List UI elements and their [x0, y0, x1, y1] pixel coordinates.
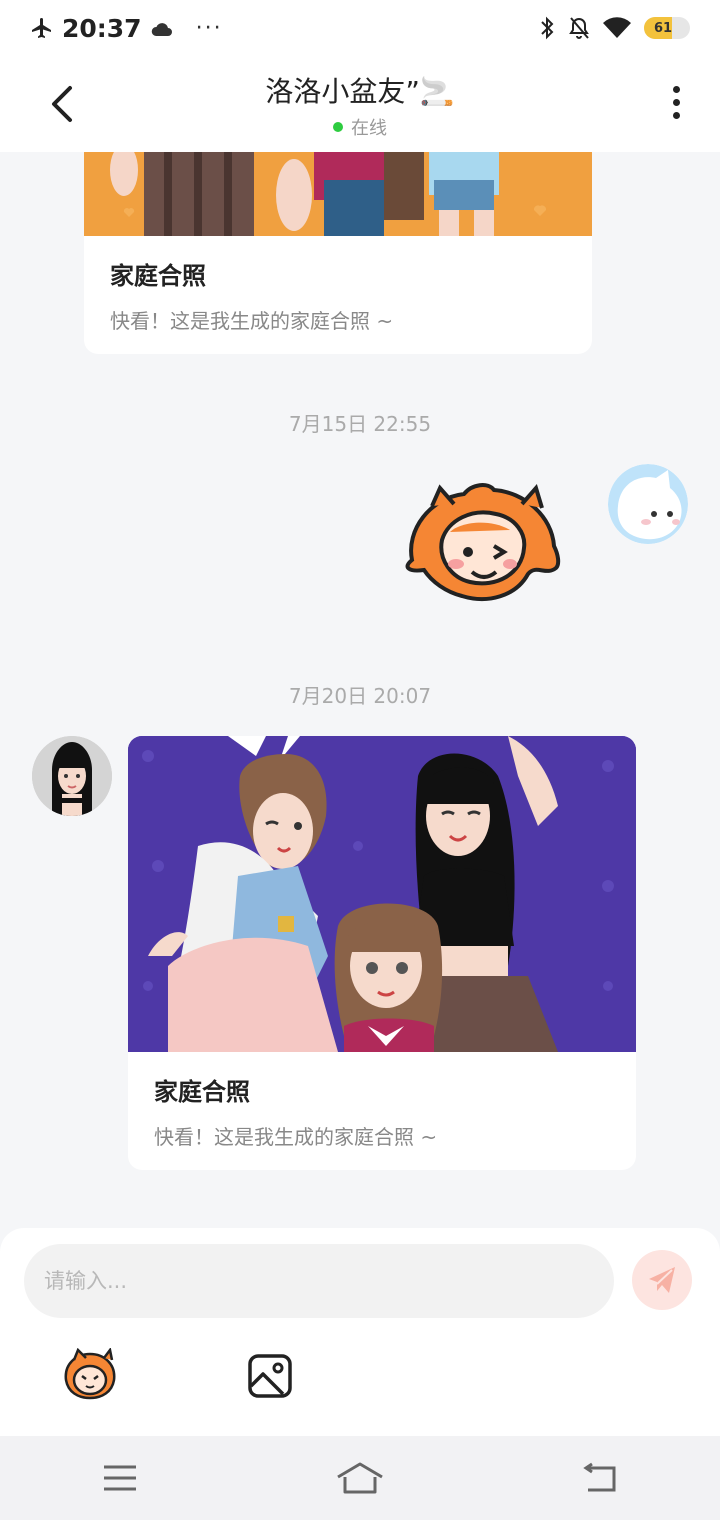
back-icon — [583, 1462, 616, 1492]
message-composer — [0, 1228, 720, 1436]
presence-label: 在线 — [351, 118, 387, 139]
sticker-message[interactable] — [398, 482, 570, 608]
chat-message-list[interactable]: 家庭合照 快看！这是我生成的家庭合照 ~ 7月15日 22:55 7月20日 2… — [0, 152, 720, 1228]
wifi-icon — [603, 17, 631, 38]
image-button[interactable] — [240, 1346, 300, 1406]
contact-name: 洛洛小盆友”🚬 — [265, 75, 455, 108]
battery-level: 61 — [654, 20, 673, 36]
battery-indicator: 61 — [644, 17, 690, 39]
nav-back-button[interactable] — [570, 1453, 630, 1503]
status-time: 20:37 — [62, 13, 142, 43]
family-photo-illustration — [128, 736, 636, 1052]
contact-avatar[interactable] — [32, 736, 112, 816]
more-dot-icon — [672, 86, 680, 93]
message-input[interactable] — [24, 1244, 614, 1318]
chat-header: 洛洛小盆友”🚬 在线 — [0, 56, 720, 152]
card-description: 快看！这是我生成的家庭合照 ~ — [110, 309, 394, 333]
nav-home-button[interactable] — [330, 1453, 390, 1503]
chat-title-area: 洛洛小盆友”🚬 在线 — [0, 70, 720, 140]
weather-cloud-icon — [151, 23, 172, 36]
menu-icon — [104, 1465, 136, 1491]
card-title: 家庭合照 — [154, 1078, 250, 1106]
family-photo-illustration — [84, 152, 592, 236]
more-dot-icon — [672, 99, 680, 106]
bluetooth-icon — [541, 16, 554, 40]
notifications-off-icon — [569, 17, 589, 39]
girl-avatar-icon — [32, 736, 112, 816]
photo-card-message[interactable]: 家庭合照 快看！这是我生成的家庭合照 ~ — [84, 152, 592, 354]
more-options-button[interactable] — [666, 86, 686, 126]
nav-menu-button[interactable] — [90, 1453, 150, 1503]
message-timestamp: 7月15日 22:55 — [288, 412, 432, 436]
image-icon — [248, 1354, 292, 1398]
card-title: 家庭合照 — [110, 262, 206, 290]
photo-card-message[interactable]: 家庭合照 快看！这是我生成的家庭合照 ~ — [128, 736, 636, 1170]
paper-plane-icon — [649, 1267, 675, 1293]
more-dot-icon — [672, 112, 680, 119]
status-bar: 20:37 ··· 61 — [0, 0, 720, 56]
family-photo-image[interactable] — [128, 736, 636, 1052]
airplane-mode-icon — [32, 18, 51, 38]
winking-mascot-sticker — [405, 483, 561, 601]
my-avatar[interactable] — [608, 464, 688, 544]
family-photo-image[interactable] — [84, 152, 592, 236]
system-nav-bar — [0, 1436, 720, 1520]
status-more-indicator: ··· — [195, 15, 223, 41]
presence-status: 在线 — [0, 114, 720, 140]
send-button[interactable] — [632, 1250, 692, 1310]
home-icon — [337, 1462, 383, 1494]
message-timestamp: 7月20日 20:07 — [288, 684, 432, 708]
card-description: 快看！这是我生成的家庭合照 ~ — [154, 1125, 438, 1149]
online-dot — [333, 122, 343, 132]
sticker-button[interactable] — [60, 1347, 120, 1408]
cat-avatar-icon — [608, 464, 688, 544]
sticker-icon — [64, 1347, 116, 1400]
